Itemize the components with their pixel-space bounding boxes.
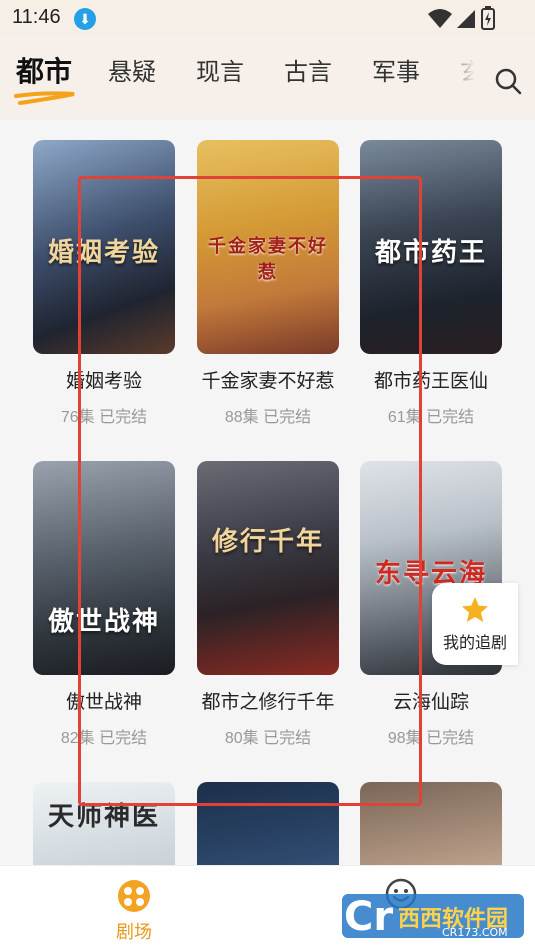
drama-card[interactable] [197, 782, 339, 865]
drama-card[interactable]: 婚姻考验 婚姻考验 76集 已完结 [33, 140, 175, 427]
drama-grid: 婚姻考验 婚姻考验 76集 已完结 千金家妻不好惹 千金家妻不好惹 88集 已完… [0, 120, 535, 865]
poster-image: 千金家妻不好惹 [197, 140, 339, 354]
nav-theater[interactable]: 剧场 [74, 866, 194, 952]
wifi-icon [428, 9, 452, 28]
svg-text:CR173.COM: CR173.COM [442, 926, 508, 939]
status-bar: 11:46 ⬇ [0, 0, 535, 38]
poster-title: 都市药王 [374, 238, 487, 268]
category-tabs: 都市 悬疑 现言 古言 军事 玄 [0, 38, 535, 120]
poster-image [197, 782, 339, 865]
drama-meta: 76集 已完结 [60, 409, 148, 426]
drama-card[interactable]: 都市药王 都市药王医仙 61集 已完结 [360, 140, 502, 427]
system-icons [427, 6, 497, 30]
theater-icon [118, 880, 150, 912]
tab-dushi[interactable]: 都市 [16, 50, 72, 90]
cr173-watermark-logo: Cr 西西软件园 CR173.COM [342, 894, 524, 940]
poster-image: 都市药王 [360, 140, 502, 354]
download-icon: ⬇ [74, 8, 96, 30]
drama-title: 都市药王医仙 [373, 371, 488, 392]
drama-title: 婚姻考验 [65, 371, 142, 392]
drama-meta: 88集 已完结 [224, 409, 312, 426]
nav-theater-label: 剧场 [116, 922, 152, 942]
poster-title: 修行千年 [211, 527, 324, 557]
drama-meta: 98集 已完结 [387, 730, 475, 747]
my-follow-label: 我的追剧 [442, 635, 507, 652]
status-time: 11:46 [12, 6, 61, 28]
poster-title: 千金家妻不好惹 [208, 236, 328, 283]
search-icon[interactable] [493, 66, 523, 96]
drama-meta: 80集 已完结 [224, 730, 312, 747]
tab-xianyan[interactable]: 现言 [196, 52, 244, 87]
drama-meta: 61集 已完结 [387, 409, 475, 426]
drama-card[interactable] [360, 782, 502, 865]
star-icon [462, 597, 488, 622]
poster-image: 修行千年 [197, 461, 339, 675]
drama-meta: 82集 已完结 [60, 730, 148, 747]
tab-xuanyi[interactable]: 悬疑 [108, 52, 156, 87]
battery-icon [481, 6, 495, 30]
poster-image [360, 782, 502, 865]
tab-fade [440, 38, 490, 120]
tab-active-underline [14, 91, 75, 105]
poster-title: 傲世战神 [47, 607, 160, 637]
drama-title: 傲世战神 [65, 692, 142, 713]
poster-image: 婚姻考验 [33, 140, 175, 354]
drama-card[interactable]: 天师神医 [33, 782, 175, 865]
my-follow-button[interactable]: 我的追剧 [432, 583, 518, 665]
svg-text:Cr: Cr [344, 894, 393, 940]
drama-title: 都市之修行千年 [201, 692, 335, 713]
drama-title: 云海仙踪 [392, 692, 469, 713]
poster-image: 天师神医 [33, 782, 175, 865]
tab-guyan[interactable]: 古言 [284, 52, 332, 87]
drama-card[interactable]: 千金家妻不好惹 千金家妻不好惹 88集 已完结 [197, 140, 339, 427]
signal-icon [457, 10, 475, 28]
drama-card[interactable]: 傲世战神 傲世战神 82集 已完结 [33, 461, 175, 748]
poster-title: 天师神医 [47, 802, 160, 832]
poster-title: 婚姻考验 [47, 238, 160, 268]
poster-image: 傲世战神 [33, 461, 175, 675]
tab-junshi[interactable]: 军事 [372, 52, 420, 87]
drama-title: 千金家妻不好惹 [201, 371, 335, 392]
drama-card[interactable]: 修行千年 都市之修行千年 80集 已完结 [197, 461, 339, 748]
